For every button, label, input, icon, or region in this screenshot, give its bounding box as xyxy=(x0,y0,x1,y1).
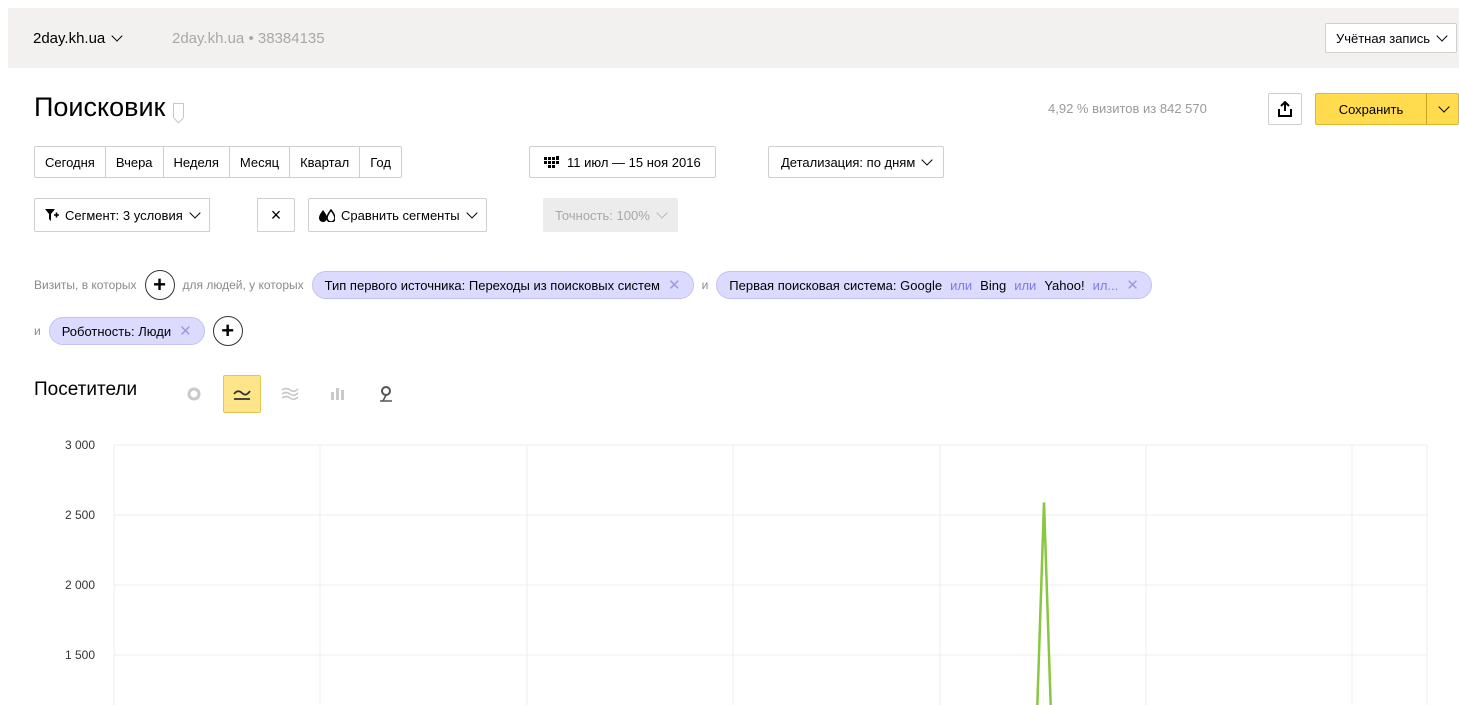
conditions-prefix: Визиты, в которых xyxy=(34,278,137,292)
y-tick-label: 2 500 xyxy=(65,508,95,522)
calendar-icon xyxy=(544,156,559,168)
export-icon xyxy=(1278,101,1292,117)
segment-conditions-2: и Роботность: Люди ✕ + xyxy=(34,316,243,346)
plus-icon: + xyxy=(153,272,166,297)
chip-label: Роботность: Люди xyxy=(61,323,172,339)
line-chart-icon[interactable] xyxy=(223,375,261,413)
account-button[interactable]: Учётная запись xyxy=(1324,23,1457,53)
period-quarter[interactable]: Квартал xyxy=(290,147,361,177)
series-line xyxy=(1036,502,1052,705)
counter-info: 2day.kh.ua • 38384135 xyxy=(172,30,325,47)
visitors-chart: 3 000 2 500 2 000 1 500 xyxy=(0,430,1459,705)
remove-chip-icon[interactable]: ✕ xyxy=(179,322,192,340)
chip-label: Тип первого источника: Переходы из поиск… xyxy=(324,277,660,293)
segment-label: Сегмент: 3 условия xyxy=(65,207,183,223)
chip-label: Первая поисковая система: Google xyxy=(729,277,943,293)
page-title-text: Поисковик xyxy=(34,92,166,122)
period-selector: Сегодня Вчера Неделя Месяц Квартал Год xyxy=(34,146,402,178)
segment-conditions: Визиты, в которых + для людей, у которых… xyxy=(34,270,1152,300)
add-visit-condition-button[interactable]: + xyxy=(144,270,175,300)
plus-icon: + xyxy=(221,318,235,343)
remove-chip-icon[interactable]: ✕ xyxy=(668,276,681,294)
condition-chip[interactable]: Тип первого источника: Переходы из поиск… xyxy=(311,271,694,299)
or-text: или xyxy=(950,277,973,293)
bookmark-icon[interactable] xyxy=(173,103,185,118)
or-text: или xyxy=(1014,277,1037,293)
segment-button[interactable]: Сегмент: 3 условия xyxy=(34,198,210,232)
save-button[interactable]: Сохранить xyxy=(1315,93,1427,125)
condition-chip[interactable]: Роботность: Люди ✕ xyxy=(48,317,205,345)
y-tick-label: 3 000 xyxy=(65,438,95,452)
site-name: 2day.kh.ua xyxy=(33,30,106,47)
period-yesterday[interactable]: Вчера xyxy=(106,147,164,177)
pie-chart-icon[interactable] xyxy=(175,375,213,413)
line-chart: 3 000 2 500 2 000 1 500 xyxy=(65,438,1428,705)
filter-icon xyxy=(45,209,59,221)
period-month[interactable]: Месяц xyxy=(230,147,291,177)
people-text: для людей, у которых xyxy=(182,278,304,292)
y-tick-label: 2 000 xyxy=(65,578,95,592)
chevron-down-icon xyxy=(189,206,201,219)
export-button[interactable] xyxy=(1268,93,1302,125)
bar-chart-icon[interactable] xyxy=(319,375,357,413)
chevron-down-icon xyxy=(465,206,478,219)
condition-chip[interactable]: Первая поисковая система: Google или Bin… xyxy=(716,271,1152,299)
chip-more: ил... xyxy=(1092,277,1119,293)
compare-label: Сравнить сегменты xyxy=(341,207,460,223)
period-year[interactable]: Год xyxy=(360,147,401,177)
chevron-down-icon xyxy=(656,206,668,219)
chevron-down-icon xyxy=(921,153,933,166)
precision-select: Точность: 100% xyxy=(543,198,678,232)
compare-icon xyxy=(319,208,335,222)
visits-info: 4,92 % визитов из 842 570 xyxy=(1048,101,1207,116)
chevron-down-icon xyxy=(1436,29,1448,42)
remove-chip-icon[interactable]: ✕ xyxy=(1126,276,1139,294)
map-pin-icon[interactable] xyxy=(367,375,405,413)
save-dropdown-button[interactable] xyxy=(1426,93,1459,125)
top-bar: 2day.kh.ua 2day.kh.ua • 38384135 Учётная… xyxy=(8,8,1459,68)
detail-label: Детализация: по дням xyxy=(781,154,916,170)
add-people-condition-button[interactable]: + xyxy=(212,316,243,346)
date-range-picker[interactable]: 11 июл — 15 ноя 2016 xyxy=(529,146,716,178)
precision-label: Точность: 100% xyxy=(555,207,650,223)
and-text: и xyxy=(701,278,709,292)
period-today[interactable]: Сегодня xyxy=(35,147,106,177)
clear-segment-button[interactable]: × xyxy=(257,198,295,232)
compare-segments-button[interactable]: Сравнить сегменты xyxy=(308,198,487,232)
period-week[interactable]: Неделя xyxy=(164,147,230,177)
chip-value: Bing xyxy=(980,277,1007,293)
account-label: Учётная запись xyxy=(1335,30,1430,46)
chip-value: Yahoo! xyxy=(1044,277,1085,293)
and-text: и xyxy=(34,324,41,338)
site-switcher[interactable]: 2day.kh.ua xyxy=(33,30,123,47)
chart-title: Посетители xyxy=(34,379,138,400)
page-title: Поисковик xyxy=(34,92,185,123)
close-icon: × xyxy=(270,204,282,225)
chevron-down-icon xyxy=(111,30,123,42)
y-tick-label: 1 500 xyxy=(65,648,95,662)
chevron-down-icon xyxy=(1437,100,1450,113)
chart-type-switcher xyxy=(175,375,405,413)
detail-select[interactable]: Детализация: по дням xyxy=(768,146,945,178)
area-chart-icon[interactable] xyxy=(271,375,309,413)
date-range-label: 11 июл — 15 ноя 2016 xyxy=(567,154,701,170)
